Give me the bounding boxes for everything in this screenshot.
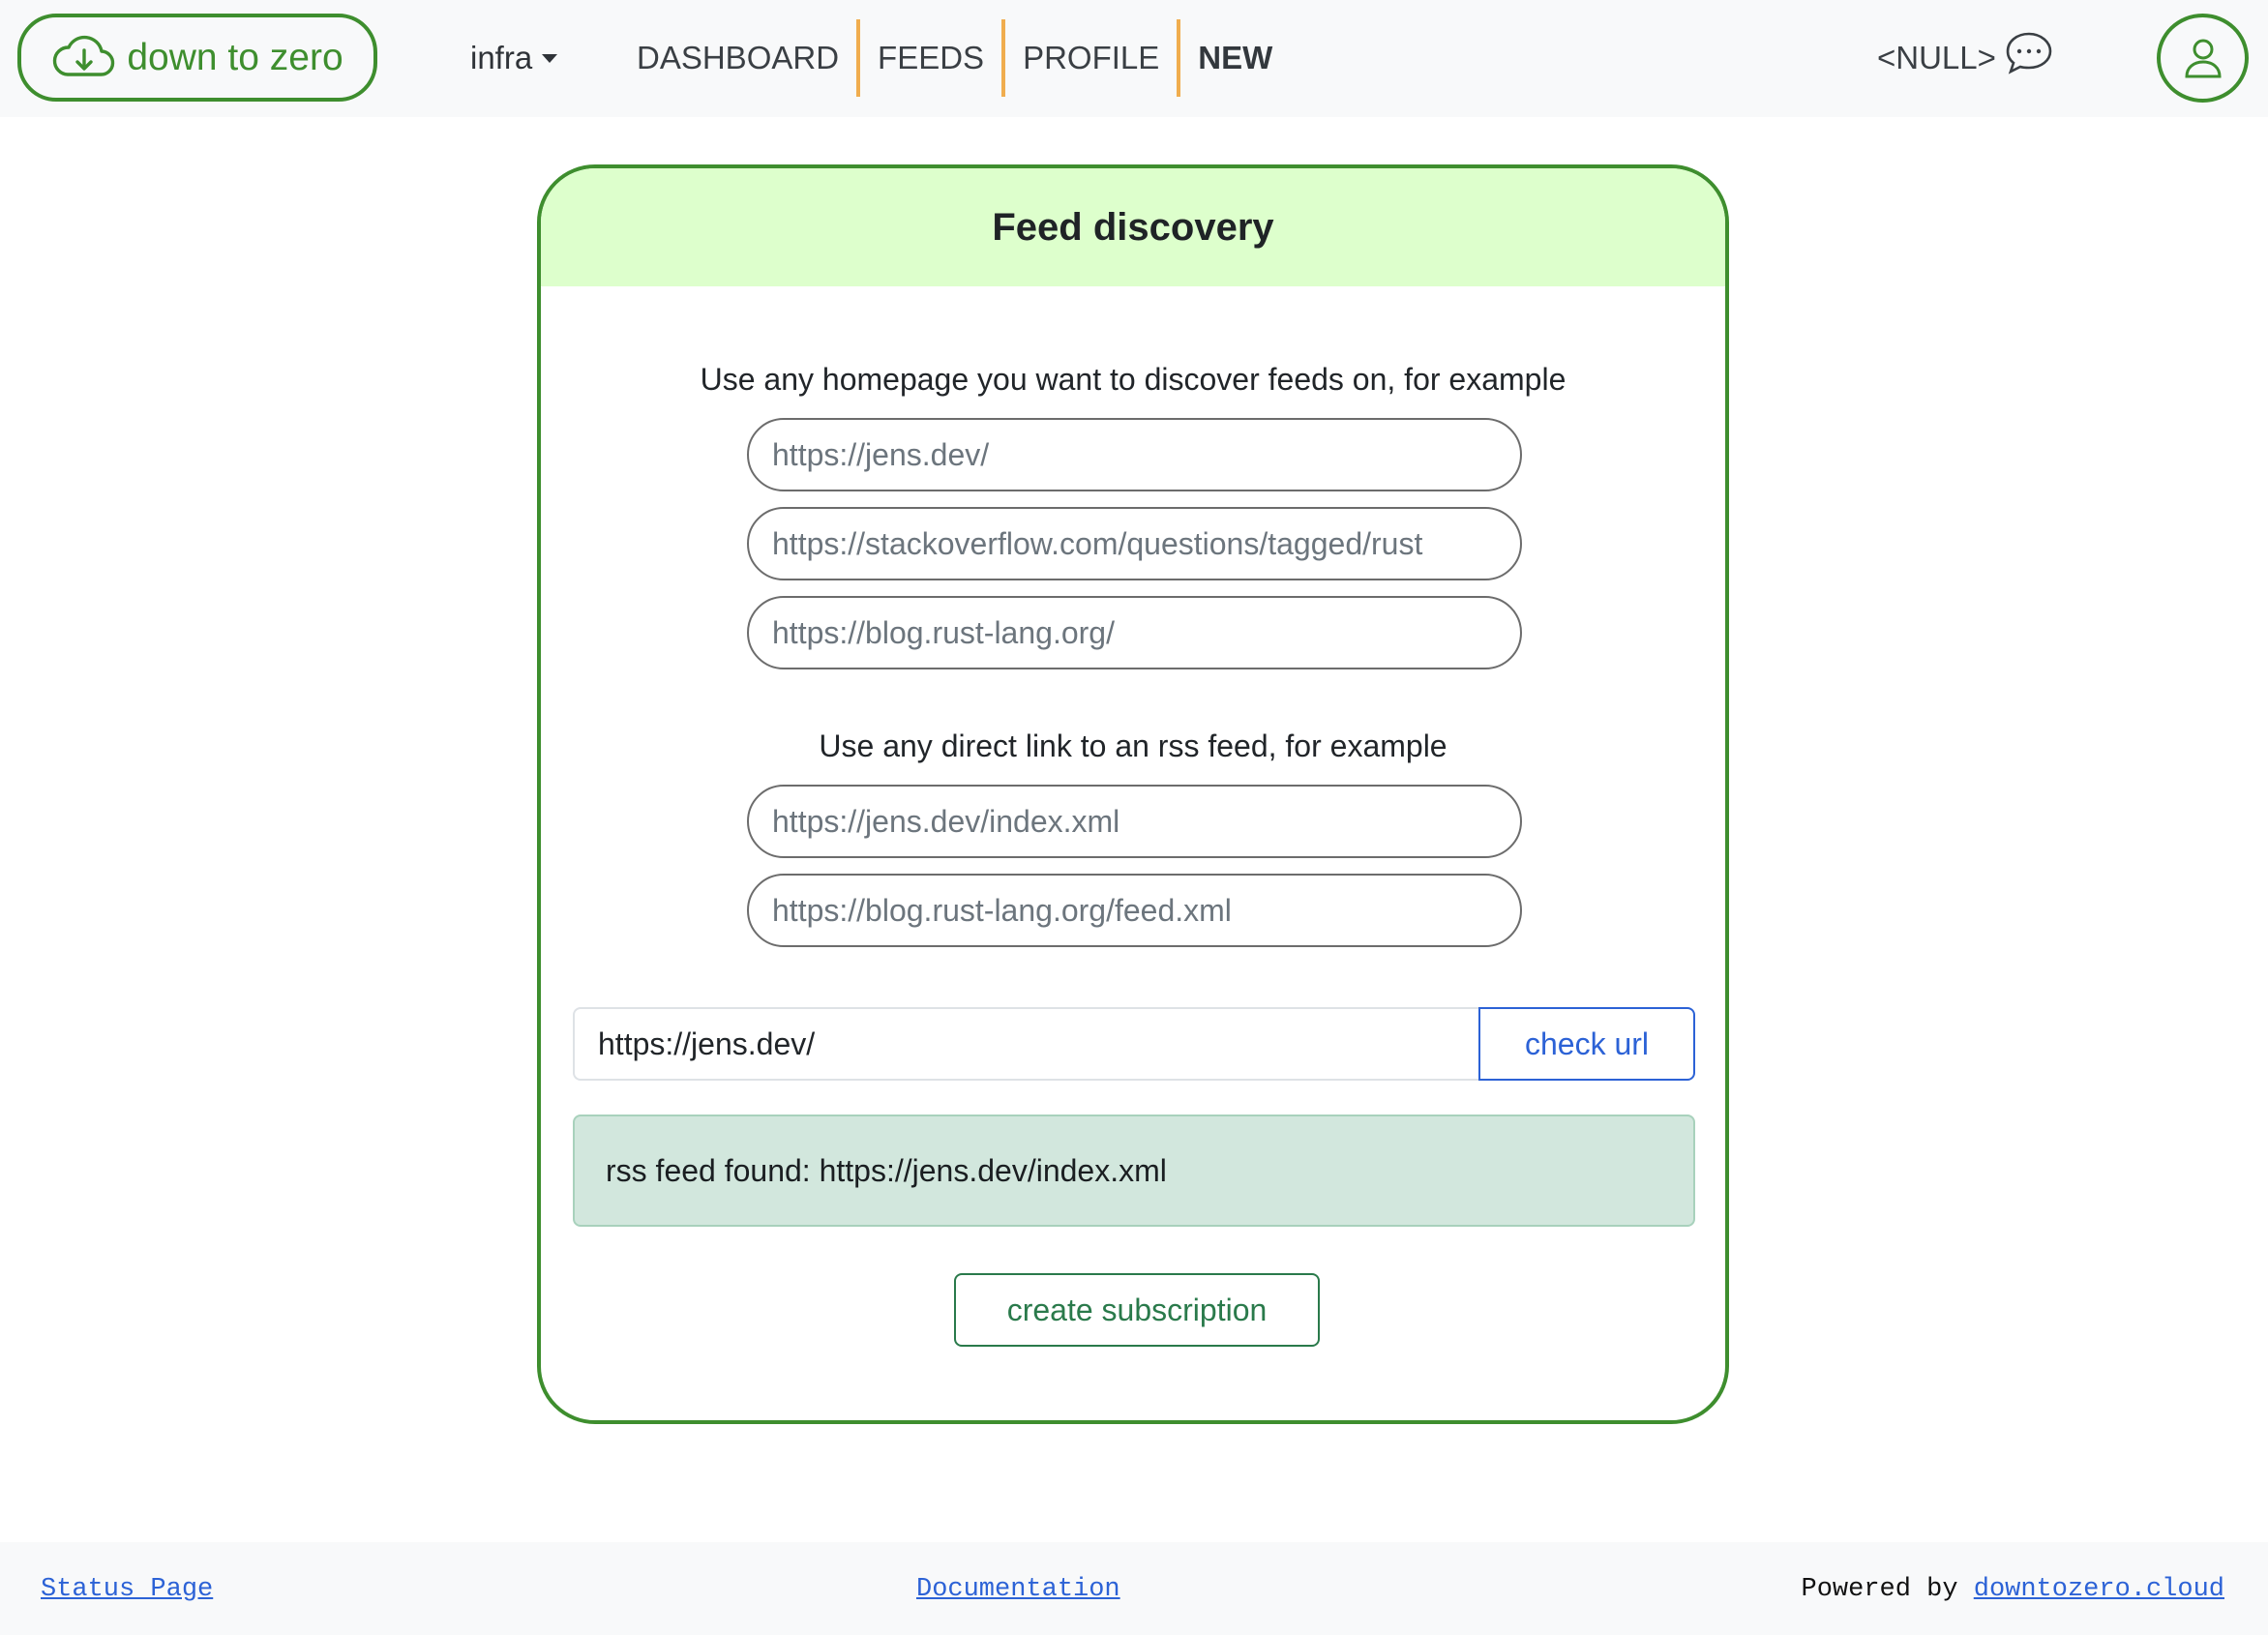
homepage-hint: Use any homepage you want to discover fe… bbox=[700, 362, 1567, 397]
nav-new[interactable]: NEW bbox=[1180, 19, 1290, 97]
homepage-example[interactable]: https://stackoverflow.com/questions/tagg… bbox=[747, 507, 1522, 580]
url-input-group: check url bbox=[573, 1007, 1695, 1081]
powered-by-text: Powered by bbox=[1801, 1575, 1974, 1604]
cloud-download-icon bbox=[53, 35, 115, 76]
downtozero-link[interactable]: downtozero.cloud bbox=[1974, 1575, 2224, 1604]
rss-example[interactable]: https://blog.rust-lang.org/feed.xml bbox=[747, 874, 1522, 947]
null-label: <NULL> bbox=[1877, 40, 1996, 75]
caret-down-icon bbox=[542, 53, 558, 63]
nav-dashboard[interactable]: DASHBOARD bbox=[625, 19, 856, 97]
url-input[interactable] bbox=[573, 1007, 1478, 1081]
nav-feeds[interactable]: FEEDS bbox=[860, 19, 1001, 97]
navbar: down to zero infra DASHBOARD FEEDS PROFI… bbox=[0, 0, 2268, 117]
footer: Status Page Documentation Powered by dow… bbox=[0, 1542, 2268, 1635]
card-title: Feed discovery bbox=[541, 168, 1725, 286]
brand-logo-button[interactable]: down to zero bbox=[17, 14, 377, 102]
feed-discovery-card: Feed discovery Use any homepage you want… bbox=[537, 164, 1729, 1424]
status-page-link[interactable]: Status Page bbox=[41, 1575, 213, 1604]
person-icon bbox=[2184, 39, 2222, 78]
documentation-link[interactable]: Documentation bbox=[916, 1575, 1120, 1604]
page: down to zero infra DASHBOARD FEEDS PROFI… bbox=[0, 0, 2268, 1635]
org-selector-label: infra bbox=[470, 40, 533, 75]
check-url-button[interactable]: check url bbox=[1478, 1007, 1695, 1081]
success-alert: rss feed found: https://jens.dev/index.x… bbox=[573, 1115, 1695, 1227]
chat-dots-icon bbox=[2006, 32, 2052, 74]
powered-by: Powered by downtozero.cloud bbox=[1802, 1575, 2224, 1604]
homepage-example[interactable]: https://blog.rust-lang.org/ bbox=[747, 596, 1522, 669]
brand-label: down to zero bbox=[127, 36, 343, 78]
nav-profile[interactable]: PROFILE bbox=[1005, 19, 1177, 97]
create-subscription-button[interactable]: create subscription bbox=[954, 1273, 1320, 1347]
result-message: rss feed found: https://jens.dev/index.x… bbox=[606, 1152, 1167, 1188]
feedback-area[interactable]: <NULL> bbox=[1877, 29, 2054, 87]
org-selector-dropdown[interactable]: infra bbox=[470, 37, 558, 79]
rss-example[interactable]: https://jens.dev/index.xml bbox=[747, 785, 1522, 858]
profile-avatar-button[interactable] bbox=[2157, 14, 2249, 103]
rss-hint: Use any direct link to an rss feed, for … bbox=[819, 728, 1447, 763]
homepage-example[interactable]: https://jens.dev/ bbox=[747, 418, 1522, 491]
main-nav: DASHBOARD FEEDS PROFILE NEW bbox=[625, 19, 1290, 97]
